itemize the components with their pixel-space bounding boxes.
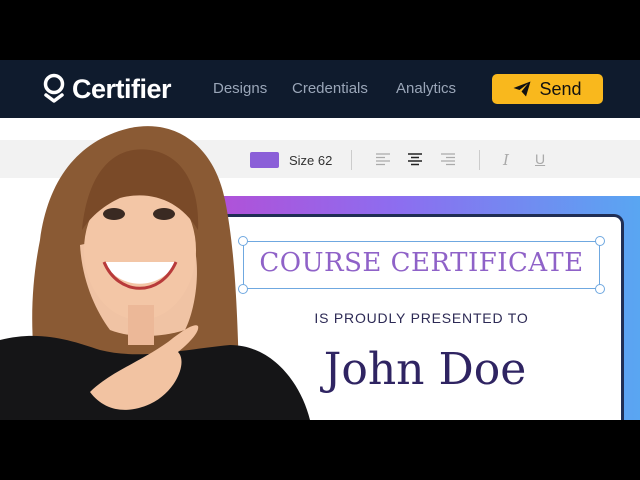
certifier-logo[interactable]: Certifier (42, 72, 172, 106)
send-button[interactable]: Send (492, 74, 603, 104)
nav-credentials[interactable]: Credentials (292, 80, 368, 97)
nav-designs[interactable]: Designs (213, 80, 267, 97)
align-center-icon[interactable] (407, 152, 423, 166)
nav-analytics[interactable]: Analytics (396, 80, 456, 97)
certifier-logo-icon (43, 73, 65, 103)
logo-wordmark: Certifier (72, 73, 172, 104)
letterbox-bottom (0, 420, 640, 480)
resize-handle-bottom-right[interactable] (595, 284, 605, 294)
resize-handle-top-right[interactable] (595, 236, 605, 246)
align-left-icon[interactable] (375, 152, 391, 166)
send-button-label: Send (539, 78, 582, 99)
underline-icon[interactable]: U (535, 151, 545, 167)
toolbar-divider (351, 150, 352, 170)
align-right-icon[interactable] (440, 152, 456, 166)
paper-plane-icon (513, 81, 531, 97)
letterbox-top (0, 0, 640, 60)
presenter-photo (0, 126, 310, 420)
recipient-name[interactable]: John Doe (270, 344, 580, 395)
toolbar-divider (479, 150, 480, 170)
italic-icon[interactable]: I (503, 151, 509, 169)
